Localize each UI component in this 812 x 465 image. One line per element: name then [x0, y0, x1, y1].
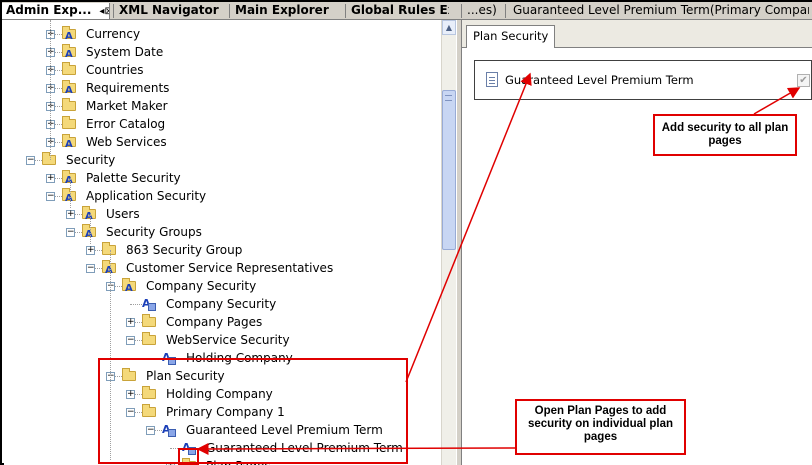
tree-node-label: Market Maker [86, 99, 168, 113]
plan-security-item-label: Guaranteed Level Premium Term [505, 73, 694, 87]
tree-node-label: Palette Security [86, 171, 181, 185]
tree-node[interactable]: + A Web Services [4, 133, 441, 151]
folder-icon [62, 98, 76, 111]
tree-node[interactable]: + Error Catalog [4, 115, 441, 133]
tree-node[interactable]: +863 Security Group [4, 241, 441, 259]
scroll-grip-icon [445, 95, 452, 101]
callout-open-plan-pages: Open Plan Pages to add security on indiv… [515, 399, 686, 455]
tree-node[interactable]: − A Customer Service Representatives [4, 259, 441, 277]
collapse-minus-icon[interactable]: − [26, 156, 35, 165]
callout-add-security-all: Add security to all plan pages [653, 114, 797, 156]
folder-icon [62, 62, 76, 75]
tree-node-label: Users [106, 207, 140, 221]
folder-rule-icon: A [62, 80, 76, 96]
folder-icon [142, 332, 156, 345]
tree-node[interactable]: + Countries [4, 61, 441, 79]
tab-main-explorer[interactable]: Main Explorer [231, 3, 343, 19]
tree-node[interactable]: + A System Date [4, 43, 441, 61]
folder-icon [142, 314, 156, 327]
plan-security-highlight [98, 358, 408, 464]
folder-rule-icon: A [62, 26, 76, 42]
expand-plus-icon[interactable]: + [66, 210, 75, 219]
folder-rule-icon: A [102, 260, 116, 276]
tree-node[interactable]: − Security [4, 151, 441, 169]
scroll-thumb[interactable] [442, 90, 456, 250]
folder-rule-icon: A [62, 188, 76, 204]
screenshot-frame: Admin Exp...◂⊠× XML Navigator Main Explo… [0, 0, 812, 465]
tree-node-label: Error Catalog [86, 117, 166, 131]
tree-node-label: Security Groups [106, 225, 202, 239]
tab-separator [505, 4, 506, 18]
tab-separator [345, 4, 346, 18]
tree-node[interactable]: + A Requirements [4, 79, 441, 97]
plan-security-item: Guaranteed Level Premium Term ✔ [474, 60, 812, 100]
tab-global-rules-explorer[interactable]: Global Rules Ex... [347, 3, 449, 19]
expand-plus-icon[interactable]: + [46, 174, 55, 183]
tree-node-label: Company Security [146, 279, 257, 293]
tab-admin-explorer[interactable]: Admin Exp...◂⊠× [2, 3, 110, 19]
tab-guaranteed-level-premium-term[interactable]: Guaranteed Level Premium Term(Primary Co… [509, 3, 809, 19]
tab-truncated[interactable]: ...es) [463, 3, 503, 19]
expand-plus-icon[interactable]: + [86, 246, 95, 255]
tree-scrollbar[interactable]: ▲ [441, 20, 456, 465]
expand-plus-icon[interactable]: + [126, 318, 135, 327]
folder-rule-icon: A [82, 206, 96, 222]
tree-node-label: Currency [86, 27, 141, 41]
tree-node-label: Security [66, 153, 116, 167]
tree-node-label: Company Pages [166, 315, 263, 329]
tree-node[interactable]: − A Company Security [4, 277, 441, 295]
collapse-minus-icon[interactable]: − [46, 192, 55, 201]
panel-tab-bar: Admin Exp...◂⊠× XML Navigator Main Explo… [2, 2, 812, 20]
tree-node-label: Company Security [166, 297, 277, 311]
folder-rule-icon: A [62, 134, 76, 150]
tab-xml-navigator[interactable]: XML Navigator [115, 3, 227, 19]
tree-node-label: WebService Security [166, 333, 290, 347]
tree-node-label: Application Security [86, 189, 207, 203]
collapse-minus-icon[interactable]: − [66, 228, 75, 237]
plan-pages-highlight [178, 448, 199, 465]
collapse-minus-icon[interactable]: − [126, 336, 135, 345]
tree-node-label: Countries [86, 63, 144, 77]
tree-node-label: 863 Security Group [126, 243, 243, 257]
tab-plan-security[interactable]: Plan Security [466, 25, 556, 48]
folder-icon [42, 152, 56, 165]
folder-rule-icon: A [62, 170, 76, 186]
tab-admin-explorer-label: Admin Exp... [6, 3, 92, 17]
tree-connector [90, 214, 91, 244]
callout-add-security-all-text: Add security to all plan pages [661, 122, 789, 147]
tree-node[interactable]: + Company Pages [4, 313, 441, 331]
tree-node[interactable]: − A Security Groups [4, 223, 441, 241]
folder-icon [102, 242, 116, 255]
folder-rule-icon: A [62, 44, 76, 60]
document-icon [486, 72, 498, 87]
tree-node[interactable]: + A Currency [4, 25, 441, 43]
folder-icon [62, 116, 76, 129]
tree-node-label: Web Services [86, 135, 167, 149]
tree-node[interactable]: − WebService Security [4, 331, 441, 349]
callout-open-plan-pages-text: Open Plan Pages to add security on indiv… [527, 405, 674, 443]
tree-connector [70, 178, 71, 208]
collapse-minus-icon[interactable]: − [86, 264, 95, 273]
tab-separator [113, 4, 114, 18]
tree-node[interactable]: + Market Maker [4, 97, 441, 115]
scroll-up-arrow-icon[interactable]: ▲ [442, 20, 456, 35]
editor-tab-bar: Plan Security [462, 20, 812, 48]
tree-node[interactable]: A Company Security [4, 295, 441, 313]
tab-separator [229, 4, 230, 18]
security-document-icon: A [142, 297, 156, 311]
folder-rule-icon: A [82, 224, 96, 240]
tree-node-label: Customer Service Representatives [126, 261, 334, 275]
tree-node-label: Requirements [86, 81, 170, 95]
tree-connector [130, 304, 142, 305]
folder-rule-icon: A [122, 278, 136, 294]
plan-security-checkbox[interactable]: ✔ [797, 74, 810, 87]
tab-separator [461, 4, 462, 18]
tree-node-label: System Date [86, 45, 164, 59]
tree-connector [50, 20, 51, 160]
pin-icon[interactable]: ◂⊠ [99, 6, 109, 17]
